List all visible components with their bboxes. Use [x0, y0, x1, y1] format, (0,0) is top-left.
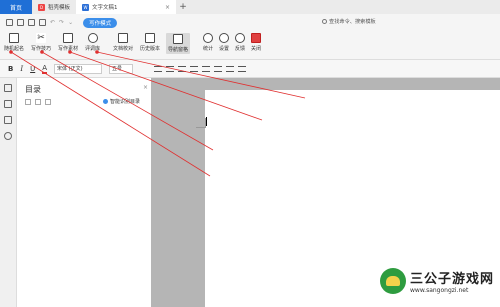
writing-tips-button[interactable]: ✂ 写作技巧	[31, 33, 51, 52]
align-right-icon[interactable]	[178, 65, 187, 72]
watermark-name: 三公子游戏网	[410, 272, 495, 287]
random-name-label: 随机起名	[4, 46, 25, 52]
random-name-icon	[9, 33, 19, 43]
docer-icon: D	[38, 3, 45, 11]
watermark-logo-icon	[380, 268, 406, 294]
tab-template-label: 稻壳模板	[48, 5, 71, 11]
proofread-label: 文档校对	[113, 46, 134, 52]
left-rail	[0, 78, 17, 307]
proofread-button[interactable]: 文档校对	[113, 33, 133, 52]
review-library-label: 评调库	[85, 46, 101, 52]
command-search[interactable]: 查找命令、搜索模板	[322, 18, 376, 25]
find-rail-icon[interactable]	[4, 132, 12, 140]
smart-toc-label: 智能识别目录	[110, 99, 141, 105]
smart-toc-button[interactable]: 智能识别目录	[103, 98, 140, 105]
close-tab-icon[interactable]: ×	[165, 4, 170, 11]
proofread-icon	[118, 33, 128, 43]
stats-button[interactable]: 统计	[203, 33, 213, 52]
toc-panel: 目录 × 智能识别目录	[17, 78, 151, 307]
new-tab-button[interactable]: +	[176, 0, 190, 14]
writing-material-label: 写作素材	[58, 46, 79, 52]
search-icon	[322, 19, 327, 24]
close-icon	[251, 33, 261, 43]
nav-pane-icon	[173, 34, 183, 44]
ribbon: 随机起名 ✂ 写作技巧 写作素材 评调库 文档校对 历史版本 导航窗格 统计 设…	[0, 31, 500, 60]
history-version-button[interactable]: 历史版本	[140, 33, 160, 52]
save-icon[interactable]	[17, 19, 24, 26]
menu-icon[interactable]	[6, 19, 13, 26]
justify-icon[interactable]	[190, 65, 199, 72]
numbered-list-icon[interactable]	[238, 65, 247, 72]
tab-home[interactable]: 首页	[0, 0, 32, 14]
smart-toc-icon	[103, 99, 108, 104]
chat-bubble-icon	[235, 33, 245, 43]
bullet-list-icon[interactable]	[226, 65, 235, 72]
site-watermark: 三公子游戏网 www.sangongzi.net	[380, 268, 494, 294]
toc-rail-icon[interactable]	[4, 84, 12, 92]
toc-title: 目录	[25, 85, 41, 94]
pie-chart-icon	[203, 33, 213, 43]
paragraph-tools	[154, 65, 247, 72]
search-hint-text: 查找命令、搜索模板	[329, 19, 376, 25]
watermark-url: www.sangongzi.net	[410, 287, 469, 294]
toc-collapse-icon[interactable]	[35, 99, 41, 105]
writing-material-button[interactable]: 写作素材	[58, 33, 78, 52]
feedback-button[interactable]: 反馈	[235, 33, 245, 52]
review-library-icon	[87, 33, 98, 43]
font-color-button[interactable]: A	[42, 64, 48, 74]
feedback-label: 反馈	[235, 46, 246, 52]
print-icon[interactable]	[28, 19, 35, 26]
distributed-icon[interactable]	[202, 65, 211, 72]
tab-document[interactable]: W 文字文稿1 ×	[76, 0, 177, 14]
format-toolbar: B I U A 宋体 (正文) 五号	[0, 60, 500, 78]
align-left-icon[interactable]	[154, 65, 163, 72]
dropdown-icon[interactable]: ⌄	[68, 19, 73, 26]
toc-close-icon[interactable]: ×	[143, 84, 148, 91]
gear-icon	[219, 33, 229, 43]
toc-expand-icon[interactable]	[25, 99, 31, 105]
line-spacing-icon[interactable]	[214, 65, 223, 72]
write-mode-tab[interactable]: 写作模式	[83, 17, 118, 28]
tab-document-label: 文字文稿1	[92, 5, 118, 11]
close-label: 关闭	[251, 46, 262, 52]
bold-button[interactable]: B	[8, 65, 13, 73]
undo-icon[interactable]: ↶	[50, 19, 55, 26]
italic-button[interactable]: I	[20, 65, 23, 73]
writing-tips-label: 写作技巧	[31, 46, 52, 52]
history-version-label: 历史版本	[140, 46, 161, 52]
quick-toolbar: ↶ ↷ ⌄ 写作模式 查找命令、搜索模板	[0, 14, 500, 31]
settings-button[interactable]: 设置	[219, 33, 229, 52]
margin-corner-mark	[196, 118, 206, 128]
redo-icon[interactable]: ↷	[59, 19, 64, 26]
underline-button[interactable]: U	[30, 65, 35, 73]
font-family-select[interactable]: 宋体 (正文)	[54, 63, 103, 74]
tab-template[interactable]: D 稻壳模板	[32, 0, 76, 14]
close-button[interactable]: 关闭	[251, 33, 261, 52]
font-size-select[interactable]: 五号	[109, 63, 134, 74]
nav-pane-label: 导航窗格	[168, 47, 189, 53]
nav-pane-button[interactable]: 导航窗格	[166, 33, 191, 54]
pages-rail-icon[interactable]	[4, 116, 12, 124]
history-icon	[145, 33, 155, 43]
review-library-button[interactable]: 评调库	[85, 33, 100, 52]
stats-label: 统计	[203, 46, 214, 52]
toc-level-icon[interactable]	[45, 99, 51, 105]
word-doc-icon: W	[82, 3, 90, 11]
text-cursor	[206, 117, 207, 126]
print-preview-icon[interactable]	[39, 19, 46, 26]
bookmark-rail-icon[interactable]	[4, 100, 12, 108]
settings-label: 设置	[219, 46, 230, 52]
align-center-icon[interactable]	[166, 65, 175, 72]
material-icon	[63, 33, 73, 43]
tab-bar: 首页 D 稻壳模板 W 文字文稿1 × +	[0, 0, 500, 14]
scissors-icon: ✂	[36, 33, 46, 43]
random-name-button[interactable]: 随机起名	[4, 33, 24, 52]
